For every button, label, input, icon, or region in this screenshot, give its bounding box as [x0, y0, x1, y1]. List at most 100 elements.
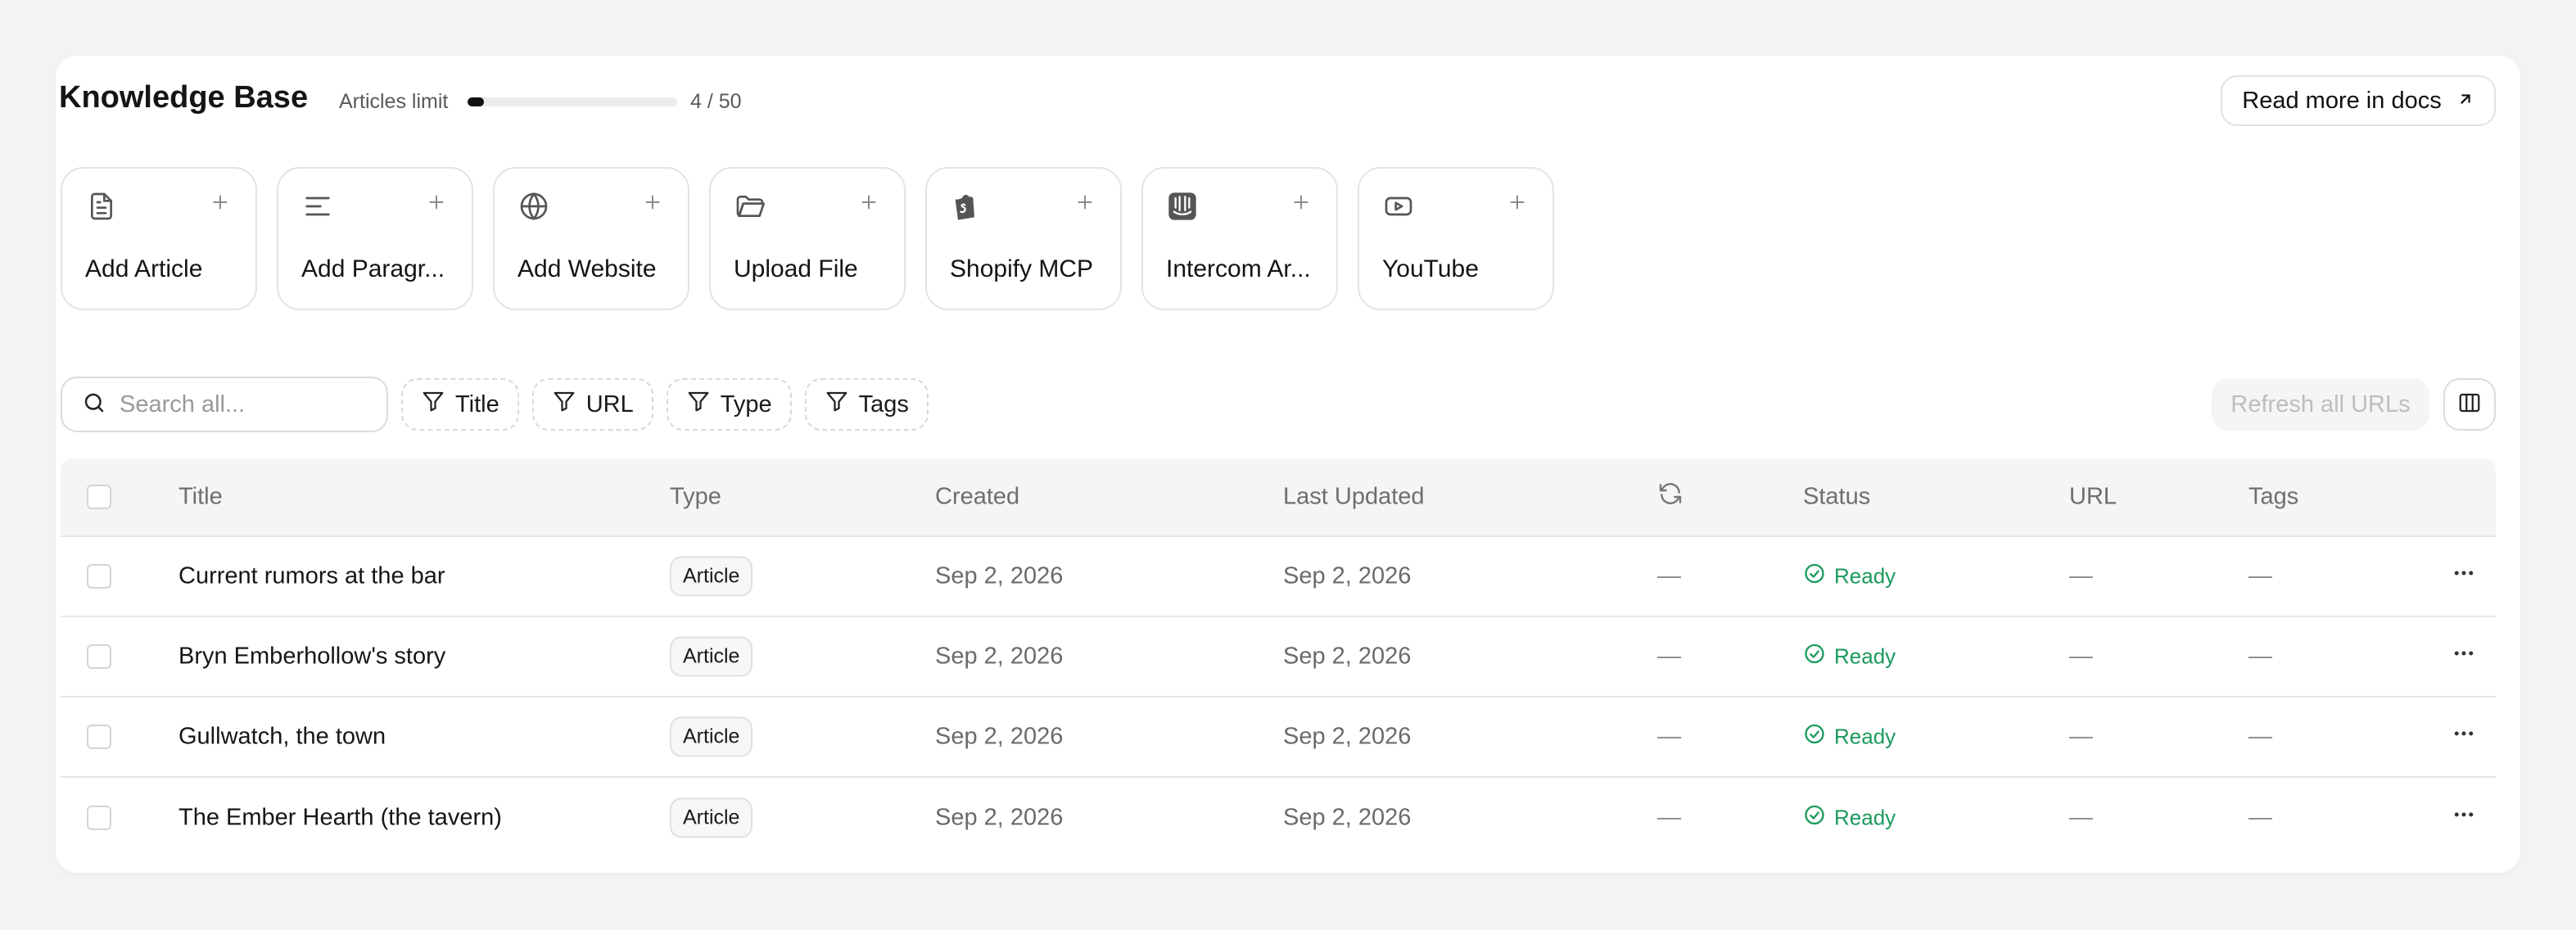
columns-toggle-button[interactable] [2443, 378, 2496, 431]
upload-file-card[interactable]: Upload File [709, 167, 906, 310]
plus-icon [856, 190, 881, 214]
filter-icon [421, 389, 445, 420]
filter-label: Type [720, 391, 772, 418]
shopify-mcp-card[interactable]: Shopify MCP [925, 167, 1122, 310]
more-options-icon[interactable] [2452, 802, 2476, 833]
document-icon [85, 190, 118, 223]
row-tags: — [2248, 804, 2272, 831]
source-label: Intercom Ar... [1166, 255, 1311, 282]
type-badge: Article [670, 636, 753, 677]
youtube-icon [1382, 190, 1415, 223]
row-created: Sep 2, 2026 [935, 562, 1064, 589]
column-status[interactable]: Status [1803, 484, 1870, 511]
column-tags[interactable]: Tags [2248, 484, 2298, 511]
filter-type-button[interactable]: Type [666, 378, 792, 431]
row-updated: Sep 2, 2026 [1283, 562, 1412, 589]
articles-limit-count: 4 / 50 [690, 90, 742, 113]
search-box[interactable] [61, 377, 388, 432]
source-label: Upload File [734, 255, 858, 282]
column-type[interactable]: Type [670, 484, 721, 511]
plus-icon [640, 190, 665, 214]
check-circle-icon [1803, 804, 1826, 833]
plus-icon [208, 190, 233, 214]
plus-icon [1073, 190, 1097, 214]
row-checkbox[interactable] [87, 644, 111, 669]
type-badge: Article [670, 556, 753, 597]
row-updated: Sep 2, 2026 [1283, 723, 1412, 750]
row-title[interactable]: Gullwatch, the town [179, 724, 386, 751]
intercom-icon [1166, 190, 1199, 223]
status-badge: Ready [1803, 723, 1896, 752]
row-checkbox[interactable] [87, 725, 111, 749]
status-label: Ready [1834, 563, 1896, 589]
sync-icon [1657, 481, 1683, 513]
table-row[interactable]: Bryn Emberhollow's story Article Sep 2, … [61, 617, 2496, 698]
type-badge: Article [670, 797, 753, 838]
more-options-icon[interactable] [2452, 721, 2476, 752]
table-header: Title Type Created Last Updated Status U… [61, 458, 2496, 537]
status-label: Ready [1834, 724, 1896, 749]
row-sync: — [1657, 562, 1681, 589]
row-created: Sep 2, 2026 [935, 804, 1064, 831]
add-article-card[interactable]: Add Article [61, 167, 257, 310]
status-label: Ready [1834, 805, 1896, 830]
folder-icon [734, 190, 766, 223]
filter-icon [552, 389, 576, 420]
read-docs-button[interactable]: Read more in docs [2221, 75, 2496, 126]
row-url: — [2069, 804, 2093, 831]
source-label: Shopify MCP [950, 255, 1094, 282]
filter-title-button[interactable]: Title [401, 378, 519, 431]
row-url: — [2069, 723, 2093, 750]
row-title[interactable]: Current rumors at the bar [179, 563, 445, 590]
row-sync: — [1657, 643, 1681, 670]
more-options-icon[interactable] [2452, 561, 2476, 592]
column-created[interactable]: Created [935, 484, 1019, 511]
shopify-icon [950, 190, 983, 223]
row-checkbox[interactable] [87, 564, 111, 589]
select-all-checkbox[interactable] [87, 485, 111, 509]
filter-tags-button[interactable]: Tags [804, 378, 929, 431]
row-tags: — [2248, 562, 2272, 589]
paragraph-icon [301, 190, 334, 223]
more-options-icon[interactable] [2452, 641, 2476, 672]
articles-table: Title Type Created Last Updated Status U… [61, 458, 2496, 858]
table-row[interactable]: The Ember Hearth (the tavern) Article Se… [61, 778, 2496, 858]
read-docs-label: Read more in docs [2242, 87, 2442, 114]
intercom-articles-card[interactable]: Intercom Ar... [1141, 167, 1338, 310]
source-label: Add Website [517, 255, 657, 282]
youtube-card[interactable]: YouTube [1358, 167, 1554, 310]
source-label: Add Article [85, 255, 203, 282]
add-paragraph-card[interactable]: Add Paragr... [277, 167, 473, 310]
column-last-updated[interactable]: Last Updated [1283, 484, 1425, 511]
status-badge: Ready [1803, 562, 1896, 591]
arrow-up-right-icon [2456, 88, 2474, 115]
filter-label: Title [455, 391, 499, 418]
add-website-card[interactable]: Add Website [493, 167, 689, 310]
row-created: Sep 2, 2026 [935, 723, 1064, 750]
articles-limit-label: Articles limit [339, 90, 449, 113]
filter-label: Tags [858, 391, 909, 418]
filter-url-button[interactable]: URL [531, 378, 653, 431]
type-badge-label: Article [670, 797, 753, 838]
row-sync: — [1657, 804, 1681, 831]
search-input[interactable] [120, 391, 365, 418]
filter-icon [686, 389, 711, 420]
column-url[interactable]: URL [2069, 484, 2117, 511]
row-created: Sep 2, 2026 [935, 643, 1064, 670]
check-circle-icon [1803, 643, 1826, 671]
page-title: Knowledge Base [59, 80, 309, 115]
status-badge: Ready [1803, 643, 1896, 671]
type-badge-label: Article [670, 636, 753, 677]
columns-icon [2457, 391, 2482, 419]
row-updated: Sep 2, 2026 [1283, 804, 1412, 831]
column-title[interactable]: Title [179, 484, 223, 511]
table-row[interactable]: Gullwatch, the town Article Sep 2, 2026 … [61, 698, 2496, 778]
row-title[interactable]: The Ember Hearth (the tavern) [179, 805, 502, 832]
articles-limit-bar [468, 97, 677, 106]
row-checkbox[interactable] [87, 806, 111, 830]
row-title[interactable]: Bryn Emberhollow's story [179, 643, 445, 670]
check-circle-icon [1803, 723, 1826, 752]
refresh-all-urls-button[interactable]: Refresh all URLs [2212, 378, 2429, 431]
table-row[interactable]: Current rumors at the bar Article Sep 2,… [61, 537, 2496, 617]
search-icon [82, 391, 106, 419]
